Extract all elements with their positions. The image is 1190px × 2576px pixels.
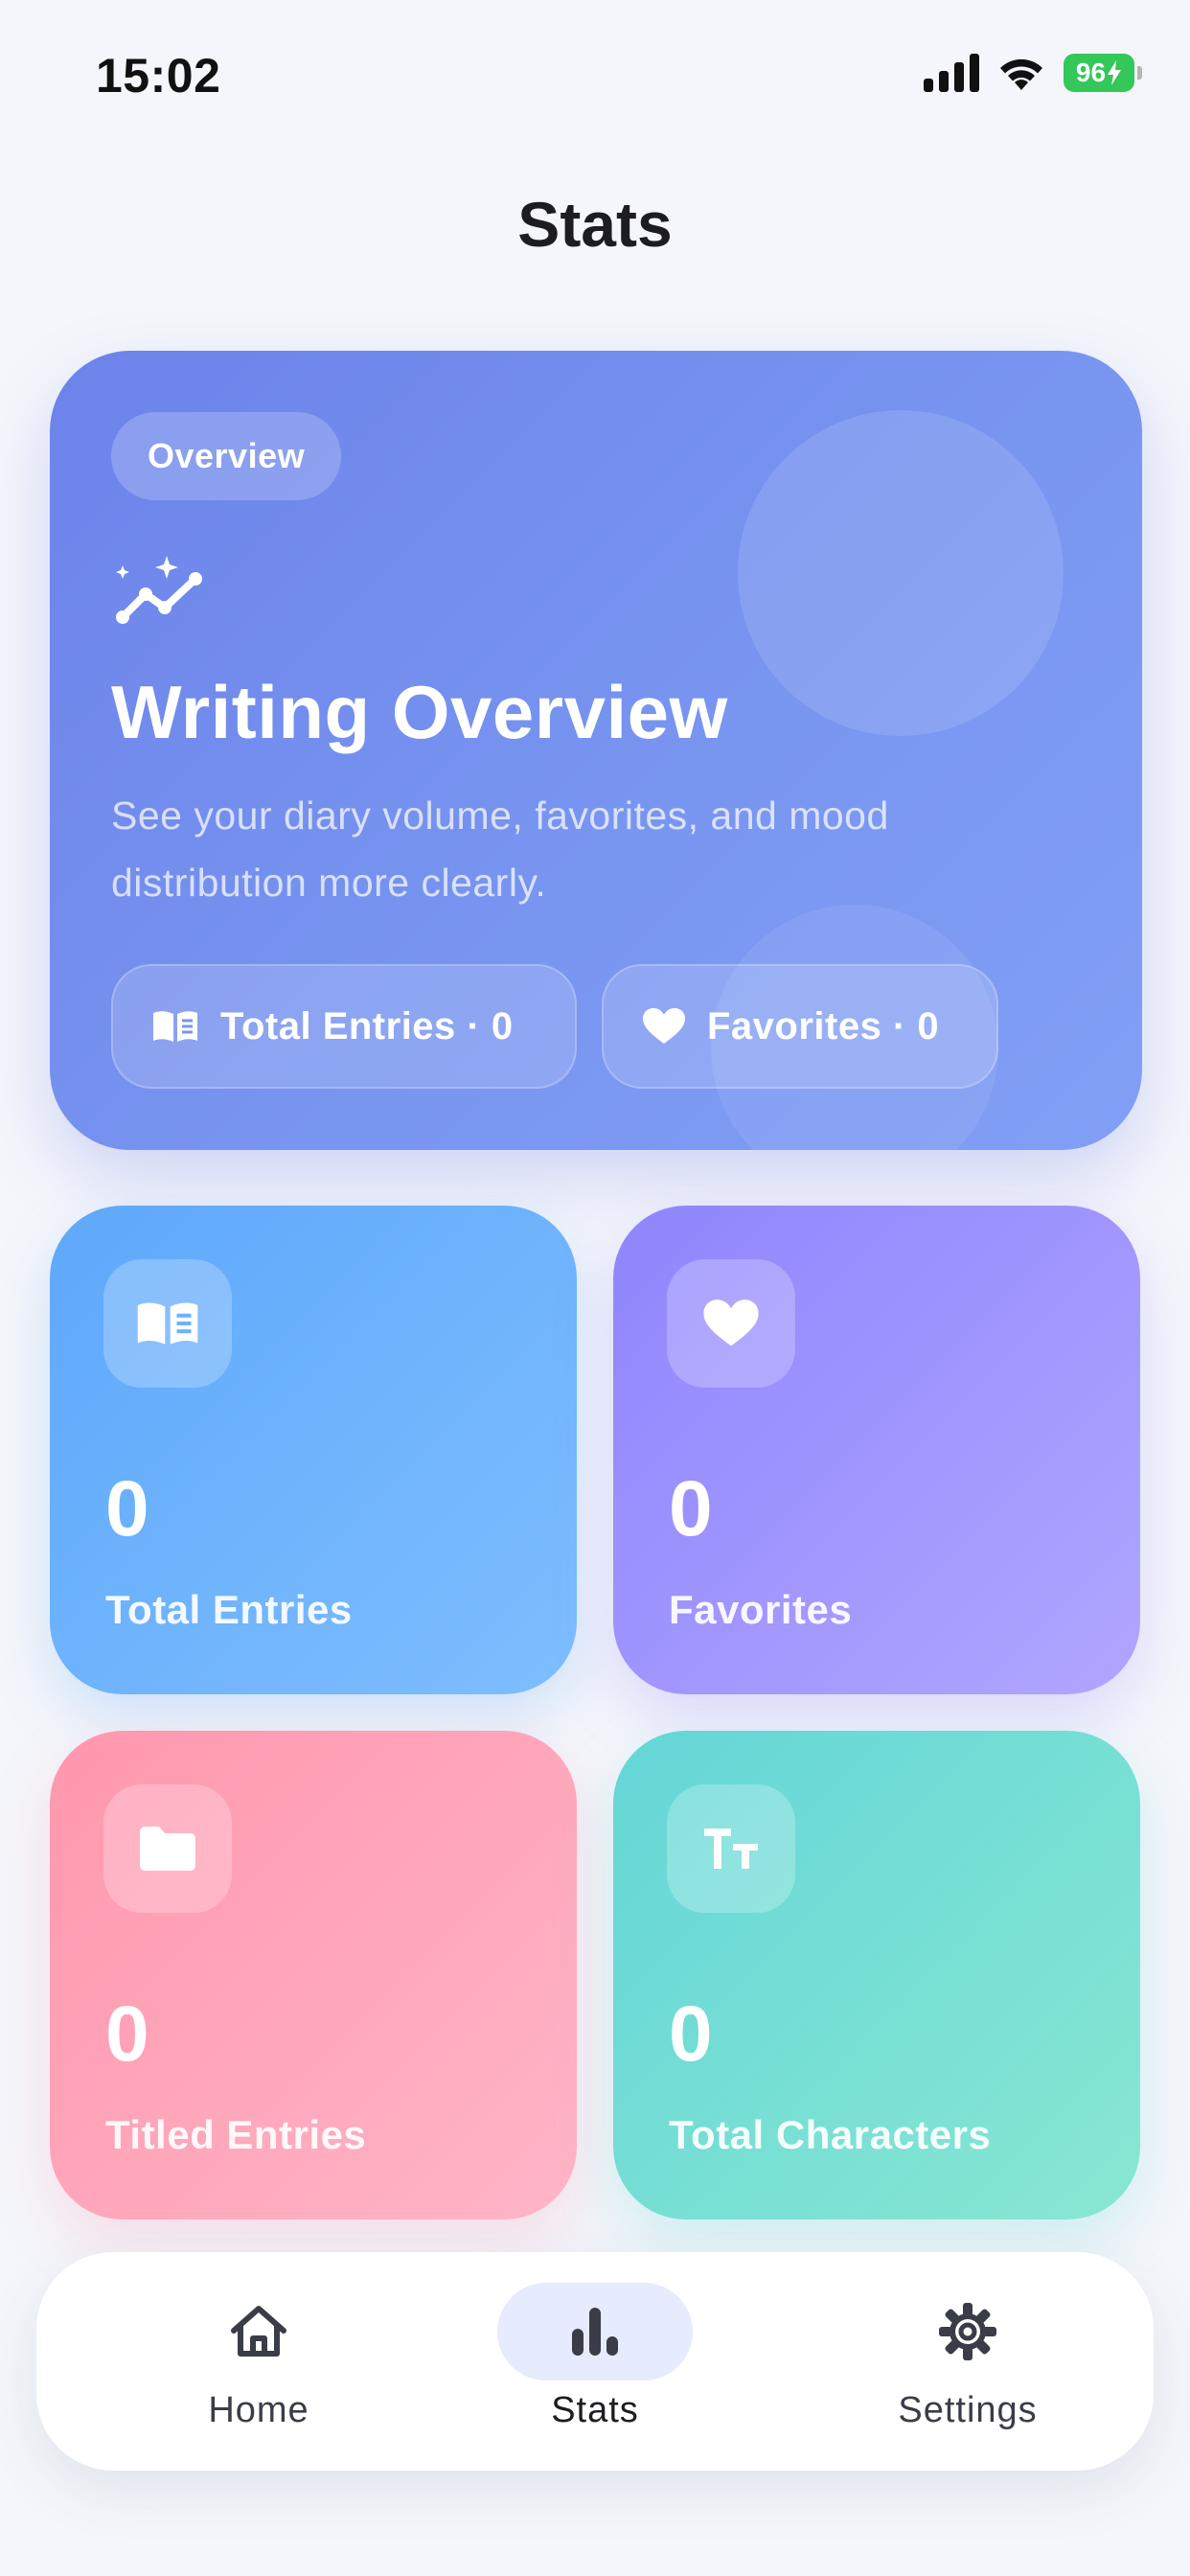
favorites-chip-label: Favorites · 0 xyxy=(707,1004,940,1047)
total-entries-chip: Total Entries · 0 xyxy=(111,964,577,1089)
decorative-circle xyxy=(738,410,1131,736)
house-icon xyxy=(231,2306,286,2357)
total-characters-card[interactable]: 0 Total Characters xyxy=(613,1731,1140,2220)
book-icon xyxy=(153,1011,197,1042)
tab-stats[interactable]: Stats xyxy=(451,2252,739,2471)
charging-bolt-icon xyxy=(1108,60,1122,85)
wifi-icon xyxy=(1000,58,1042,90)
total-characters-label: Total Characters xyxy=(669,2112,992,2157)
heart-icon xyxy=(703,1300,759,1346)
favorites-label: Favorites xyxy=(669,1587,853,1632)
total-entries-label: Total Entries xyxy=(105,1587,353,1632)
total-entries-card[interactable]: 0 Total Entries xyxy=(50,1206,577,1694)
bar-chart-icon xyxy=(572,2308,618,2356)
titled-entries-value: 0 xyxy=(105,1990,149,2078)
text-size-icon xyxy=(704,1828,758,1869)
cellular-signal-icon xyxy=(924,54,979,92)
stats-screen: 15:02 96 Stats Overview Writing Overview… xyxy=(0,0,1190,2576)
battery-level: 96 xyxy=(1075,58,1107,87)
tab-stats-label: Stats xyxy=(551,2390,639,2430)
overview-card: Overview Writing Overview See your diary… xyxy=(50,351,1142,1150)
favorites-value: 0 xyxy=(669,1465,713,1552)
page-title: Stats xyxy=(517,189,673,260)
sparkle-trend-icon xyxy=(116,556,202,624)
status-bar: 15:02 96 xyxy=(0,0,1190,144)
heart-icon xyxy=(643,1008,685,1044)
total-characters-value: 0 xyxy=(669,1990,713,2078)
tab-settings[interactable]: Settings xyxy=(824,2252,1111,2471)
gear-icon xyxy=(939,2303,996,2360)
favorites-chip: Favorites · 0 xyxy=(602,964,998,1089)
total-entries-chip-label: Total Entries · 0 xyxy=(220,1004,514,1047)
tab-home[interactable]: Home xyxy=(115,2252,402,2471)
titled-entries-label: Titled Entries xyxy=(105,2112,367,2157)
total-entries-value: 0 xyxy=(105,1465,149,1552)
tab-home-label: Home xyxy=(208,2390,309,2430)
folder-icon xyxy=(140,1827,195,1871)
tab-settings-label: Settings xyxy=(898,2390,1038,2430)
favorites-card[interactable]: 0 Favorites xyxy=(613,1206,1140,1694)
status-time: 15:02 xyxy=(96,49,221,103)
overview-title: Writing Overview xyxy=(111,670,728,754)
battery-indicator: 96 xyxy=(1064,54,1142,92)
book-icon xyxy=(137,1302,198,1345)
overview-description: See your diary volume, favorites, and mo… xyxy=(111,794,889,905)
status-indicators: 96 xyxy=(924,54,1142,92)
titled-entries-card[interactable]: 0 Titled Entries xyxy=(50,1731,577,2220)
overview-badge: Overview xyxy=(111,412,342,500)
bottom-tab-bar: Home Stats Settings xyxy=(36,2252,1154,2471)
